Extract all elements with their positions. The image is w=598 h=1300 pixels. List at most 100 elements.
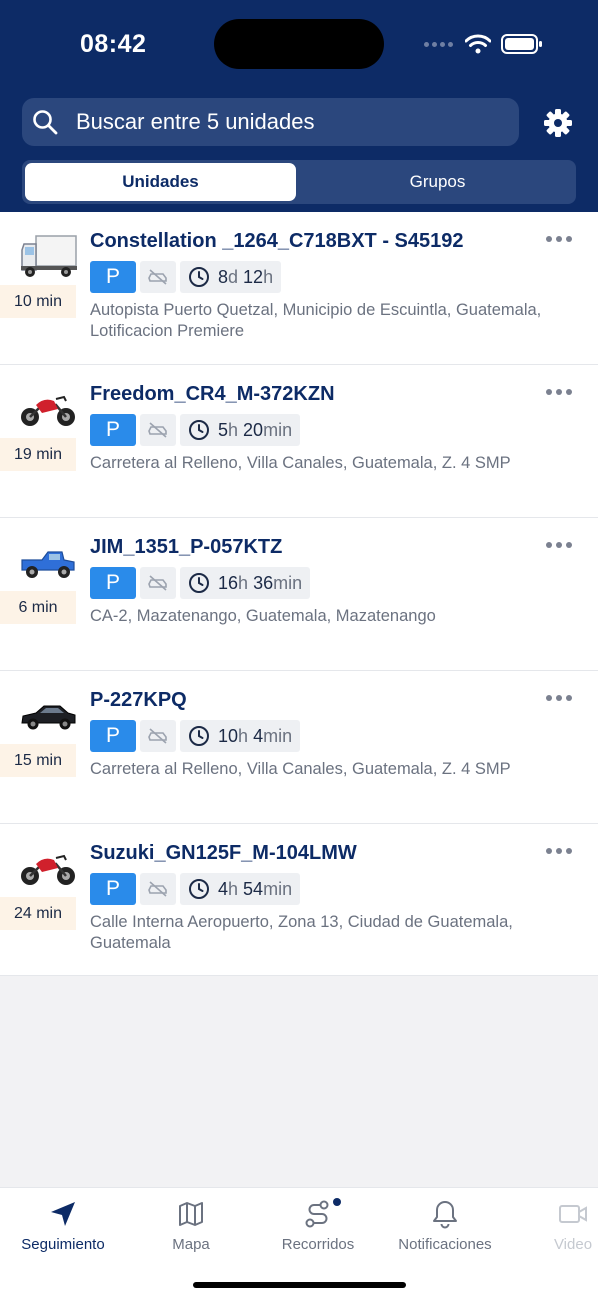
ignition-off-icon <box>140 414 176 446</box>
status-badges: P 16h 36min <box>90 567 311 599</box>
bell-icon <box>433 1201 457 1229</box>
pickup-truck-icon <box>21 551 75 578</box>
duration-unit: h <box>238 572 249 593</box>
route-icon <box>305 1200 329 1228</box>
status-badges: P 10h 4min <box>90 720 301 752</box>
list-item[interactable]: 15 min P-227KPQ P 10h 4min Carretera al … <box>0 671 598 824</box>
tab-video[interactable]: Video <box>508 1198 598 1253</box>
parked-badge: P <box>90 720 136 752</box>
duration-value: 5 <box>218 419 229 440</box>
duration-badge: 10h 4min <box>180 720 301 752</box>
status-icons <box>424 32 543 56</box>
vehicle-address: Calle Interna Aeropuerto, Zona 13, Ciuda… <box>90 913 513 952</box>
more-options-icon[interactable] <box>546 234 572 244</box>
tab-label: Mapa <box>172 1236 210 1253</box>
vehicle-address: Carretera al Relleno, Villa Canales, Gua… <box>90 760 511 778</box>
more-options-icon[interactable] <box>546 387 572 397</box>
clock-icon <box>189 573 209 593</box>
status-time: 08:42 <box>80 30 147 58</box>
clock-icon <box>189 267 209 287</box>
more-options-icon[interactable] <box>546 693 572 703</box>
vehicle-name: JIM_1351_P-057KTZ <box>90 536 283 558</box>
duration-unit: min <box>263 878 293 899</box>
duration-unit: d <box>228 266 239 287</box>
video-icon <box>559 1205 587 1223</box>
vehicle-name: Freedom_CR4_M-372KZN <box>90 383 335 405</box>
duration-unit: h <box>263 266 274 287</box>
tab-label: Notificaciones <box>398 1236 492 1253</box>
last-update-badge: 19 min <box>0 438 76 471</box>
duration-badge: 16h 36min <box>180 567 311 599</box>
ignition-off-icon <box>140 567 176 599</box>
duration-unit: min <box>273 572 303 593</box>
list-item[interactable]: 19 min Freedom_CR4_M-372KZN P 5h 20min C… <box>0 365 598 518</box>
duration-badge: 4h 54min <box>180 873 301 905</box>
vehicle-address: Autopista Puerto Quetzal, Municipio de E… <box>90 301 542 340</box>
map-icon <box>179 1202 203 1226</box>
app-header: 08:42 Buscar entre 5 unidades Unidades G… <box>0 0 598 212</box>
tab-notificaciones[interactable]: Notificaciones <box>380 1198 510 1253</box>
status-badges: P 5h 20min <box>90 414 301 446</box>
parked-badge: P <box>90 261 136 293</box>
truck-icon <box>21 235 77 277</box>
duration-value: 20 <box>243 419 264 440</box>
duration-value: 4 <box>253 725 264 746</box>
tab-recorridos[interactable]: Recorridos <box>253 1198 383 1253</box>
ignition-off-icon <box>140 720 176 752</box>
duration-value: 8 <box>218 266 229 287</box>
gear-icon[interactable] <box>543 108 573 138</box>
clock-icon <box>189 420 209 440</box>
vehicle-name: Constellation _1264_C718BXT - S45192 <box>90 230 464 252</box>
duration-unit: min <box>263 725 293 746</box>
more-options-icon[interactable] <box>546 540 572 550</box>
duration-badge: 8d 12h <box>180 261 282 293</box>
duration-unit: min <box>263 419 293 440</box>
duration-unit: h <box>238 725 249 746</box>
last-update-badge: 6 min <box>0 591 76 624</box>
ignition-off-icon <box>140 873 176 905</box>
notification-dot <box>333 1198 341 1206</box>
motorcycle-icon <box>21 395 75 426</box>
duration-value: 12 <box>243 266 264 287</box>
list-item[interactable]: 10 min Constellation _1264_C718BXT - S45… <box>0 212 598 365</box>
list-item[interactable]: 24 min Suzuki_GN125F_M-104LMW P 4h 54min… <box>0 824 598 976</box>
parked-badge: P <box>90 414 136 446</box>
search-placeholder: Buscar entre 5 unidades <box>76 109 315 134</box>
tab-mapa[interactable]: Mapa <box>126 1198 256 1253</box>
signal-icon <box>424 41 453 47</box>
tab-seguimiento[interactable]: Seguimiento <box>0 1198 128 1253</box>
tab-label: Seguimiento <box>21 1236 105 1253</box>
vehicle-list: 10 min Constellation _1264_C718BXT - S45… <box>0 212 598 976</box>
last-update-badge: 15 min <box>0 744 76 777</box>
motorcycle-icon <box>21 854 75 885</box>
duration-value: 36 <box>253 572 274 593</box>
segmented-control: Unidades Grupos <box>22 160 576 204</box>
list-item[interactable]: 6 min JIM_1351_P-057KTZ P 16h 36min CA-2… <box>0 518 598 671</box>
tab-grupos[interactable]: Grupos <box>302 163 573 201</box>
vehicle-address: CA-2, Mazatenango, Guatemala, Mazatenang… <box>90 607 436 625</box>
tab-unidades[interactable]: Unidades <box>25 163 296 201</box>
wifi-icon <box>465 34 491 54</box>
battery-icon <box>501 34 542 54</box>
vehicle-name: Suzuki_GN125F_M-104LMW <box>90 842 357 864</box>
parked-badge: P <box>90 567 136 599</box>
duration-value: 4 <box>218 878 229 899</box>
last-update-badge: 24 min <box>0 897 76 930</box>
clock-icon <box>189 879 209 899</box>
tab-label: Video <box>553 1236 593 1253</box>
status-badges: P 4h 54min <box>90 873 301 905</box>
search-input[interactable]: Buscar entre 5 unidades <box>22 98 519 146</box>
duration-value: 54 <box>243 878 264 899</box>
duration-badge: 5h 20min <box>180 414 301 446</box>
car-icon <box>21 705 76 730</box>
more-options-icon[interactable] <box>546 846 572 856</box>
duration-value: 10 <box>218 725 239 746</box>
last-update-badge: 10 min <box>0 285 76 318</box>
search-icon <box>32 109 58 135</box>
ignition-off-icon <box>140 261 176 293</box>
tab-label: Recorridos <box>281 1236 355 1253</box>
vehicle-address: Carretera al Relleno, Villa Canales, Gua… <box>90 454 511 472</box>
duration-unit: h <box>228 419 239 440</box>
duration-unit: h <box>228 878 239 899</box>
clock-icon <box>189 726 209 746</box>
